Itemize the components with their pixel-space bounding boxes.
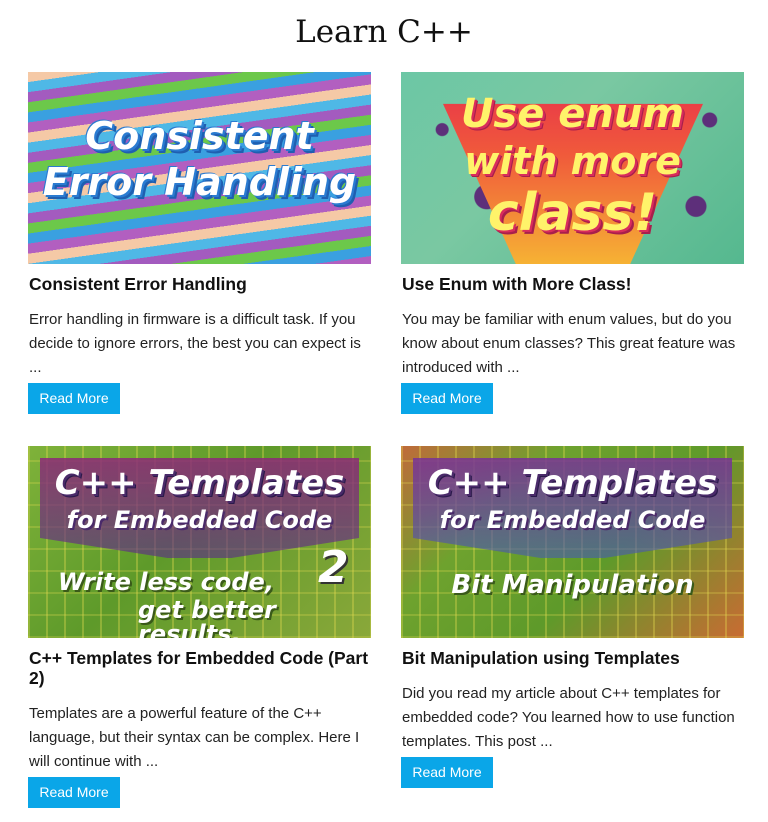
post-title-link[interactable]: C++ Templates for Embedded Code (Part 2) [29, 648, 369, 688]
read-more-button[interactable]: Read More [28, 383, 120, 414]
post-card-use-enum-with-more-class: Use enum with more class! Use Enum with … [401, 72, 744, 414]
thumbnail-title-line: for Embedded Code [439, 506, 706, 534]
thumbnail-title-line: Error Handling [42, 160, 357, 204]
thumbnail-title-line: C++ Templates [427, 463, 718, 503]
read-more-button[interactable]: Read More [401, 383, 493, 414]
read-more-button[interactable]: Read More [28, 777, 120, 808]
post-thumbnail-link[interactable]: C++ Templates for Embedded Code Bit Mani… [401, 446, 744, 638]
thumbnail-title-line: with more [464, 139, 681, 183]
post-thumbnail-link[interactable]: Use enum with more class! [401, 72, 744, 264]
read-more-button[interactable]: Read More [401, 757, 493, 788]
post-title-link[interactable]: Consistent Error Handling [29, 274, 369, 294]
post-title-link[interactable]: Use Enum with More Class! [402, 274, 742, 294]
thumbnail-part-number: 2 [318, 542, 349, 593]
post-thumbnail-link[interactable]: C++ Templates for Embedded Code 2 Write … [28, 446, 371, 638]
thumbnail-tagline-line: Bit Manipulation [451, 570, 694, 600]
thumbnail-title-line: for Embedded Code [66, 506, 333, 534]
thumbnail-title-line: C++ Templates [54, 463, 345, 503]
post-thumbnail-link[interactable]: Consistent Error Handling [28, 72, 371, 264]
post-excerpt: You may be familiar with enum values, bu… [402, 311, 736, 376]
post-excerpt: Did you read my article about C++ templa… [402, 685, 735, 750]
post-card-consistent-error-handling: Consistent Error Handling Consistent Err… [28, 72, 371, 414]
post-card-bit-manipulation: C++ Templates for Embedded Code Bit Mani… [401, 446, 744, 788]
post-excerpt: Templates are a powerful feature of the … [29, 705, 360, 770]
thumbnail-title-line: Use enum [460, 91, 685, 137]
thumbnail-title-line: Consistent [85, 114, 314, 158]
thumbnail-title-line: class! [487, 183, 658, 243]
thumbnail-tagline-line: Write less code, [58, 568, 274, 596]
post-excerpt: Error handling in firmware is a difficul… [29, 311, 361, 376]
thumbnail-tagline-line: get better results. [138, 596, 276, 638]
post-title-link[interactable]: Bit Manipulation using Templates [402, 648, 742, 668]
page-title: Learn C++ [295, 14, 473, 50]
post-card-cpp-templates-part-2: C++ Templates for Embedded Code 2 Write … [28, 446, 371, 808]
